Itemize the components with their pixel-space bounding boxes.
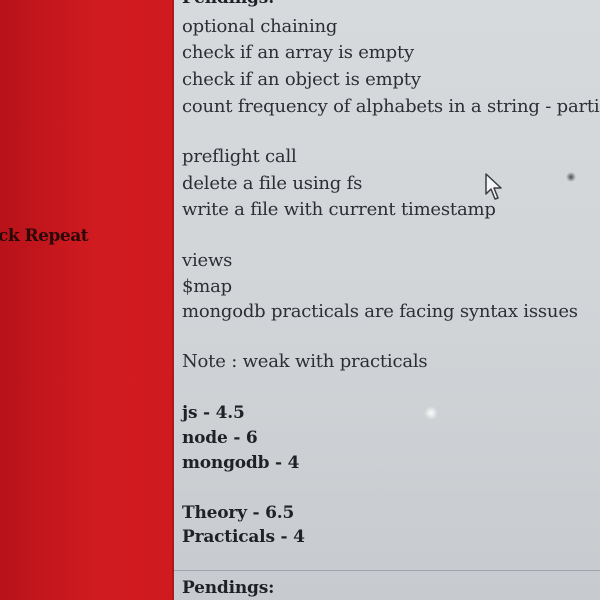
note-line: mongodb practicals are facing syntax iss…	[182, 301, 578, 322]
note-line: check if an object is empty	[182, 69, 421, 90]
total-line: Theory - 6.5	[182, 503, 295, 523]
note-remark: Note : weak with practicals	[182, 351, 428, 372]
note-line: views	[182, 250, 233, 271]
note-line: check if an array is empty	[182, 42, 414, 63]
pendings-header-top: Pendings:	[182, 0, 274, 8]
total-line: Practicals - 4	[182, 527, 305, 547]
notes-document: Pendings: optional chaining check if an …	[174, 0, 600, 600]
note-line: write a file with current timestamp	[182, 199, 496, 220]
divider	[174, 570, 600, 571]
note-line: preflight call	[182, 146, 297, 167]
photo-of-screen: ck Repeat Pendings: optional chaining ch…	[0, 0, 600, 600]
screen-speck	[566, 172, 576, 182]
note-line: optional chaining	[182, 16, 338, 37]
light-glare	[424, 406, 438, 420]
note-line: delete a file using fs	[182, 173, 363, 194]
mouse-pointer-icon	[485, 173, 502, 200]
note-line: count frequency of alphabets in a string…	[182, 96, 600, 117]
score-line: node - 6	[182, 428, 258, 448]
sidebar-label: ck Repeat	[0, 226, 89, 246]
score-line: js - 4.5	[182, 403, 245, 423]
pendings-header-bottom: Pendings:	[182, 578, 275, 598]
note-line: $map	[182, 276, 232, 297]
score-line: mongodb - 4	[182, 453, 300, 473]
left-red-panel: ck Repeat	[0, 0, 174, 600]
